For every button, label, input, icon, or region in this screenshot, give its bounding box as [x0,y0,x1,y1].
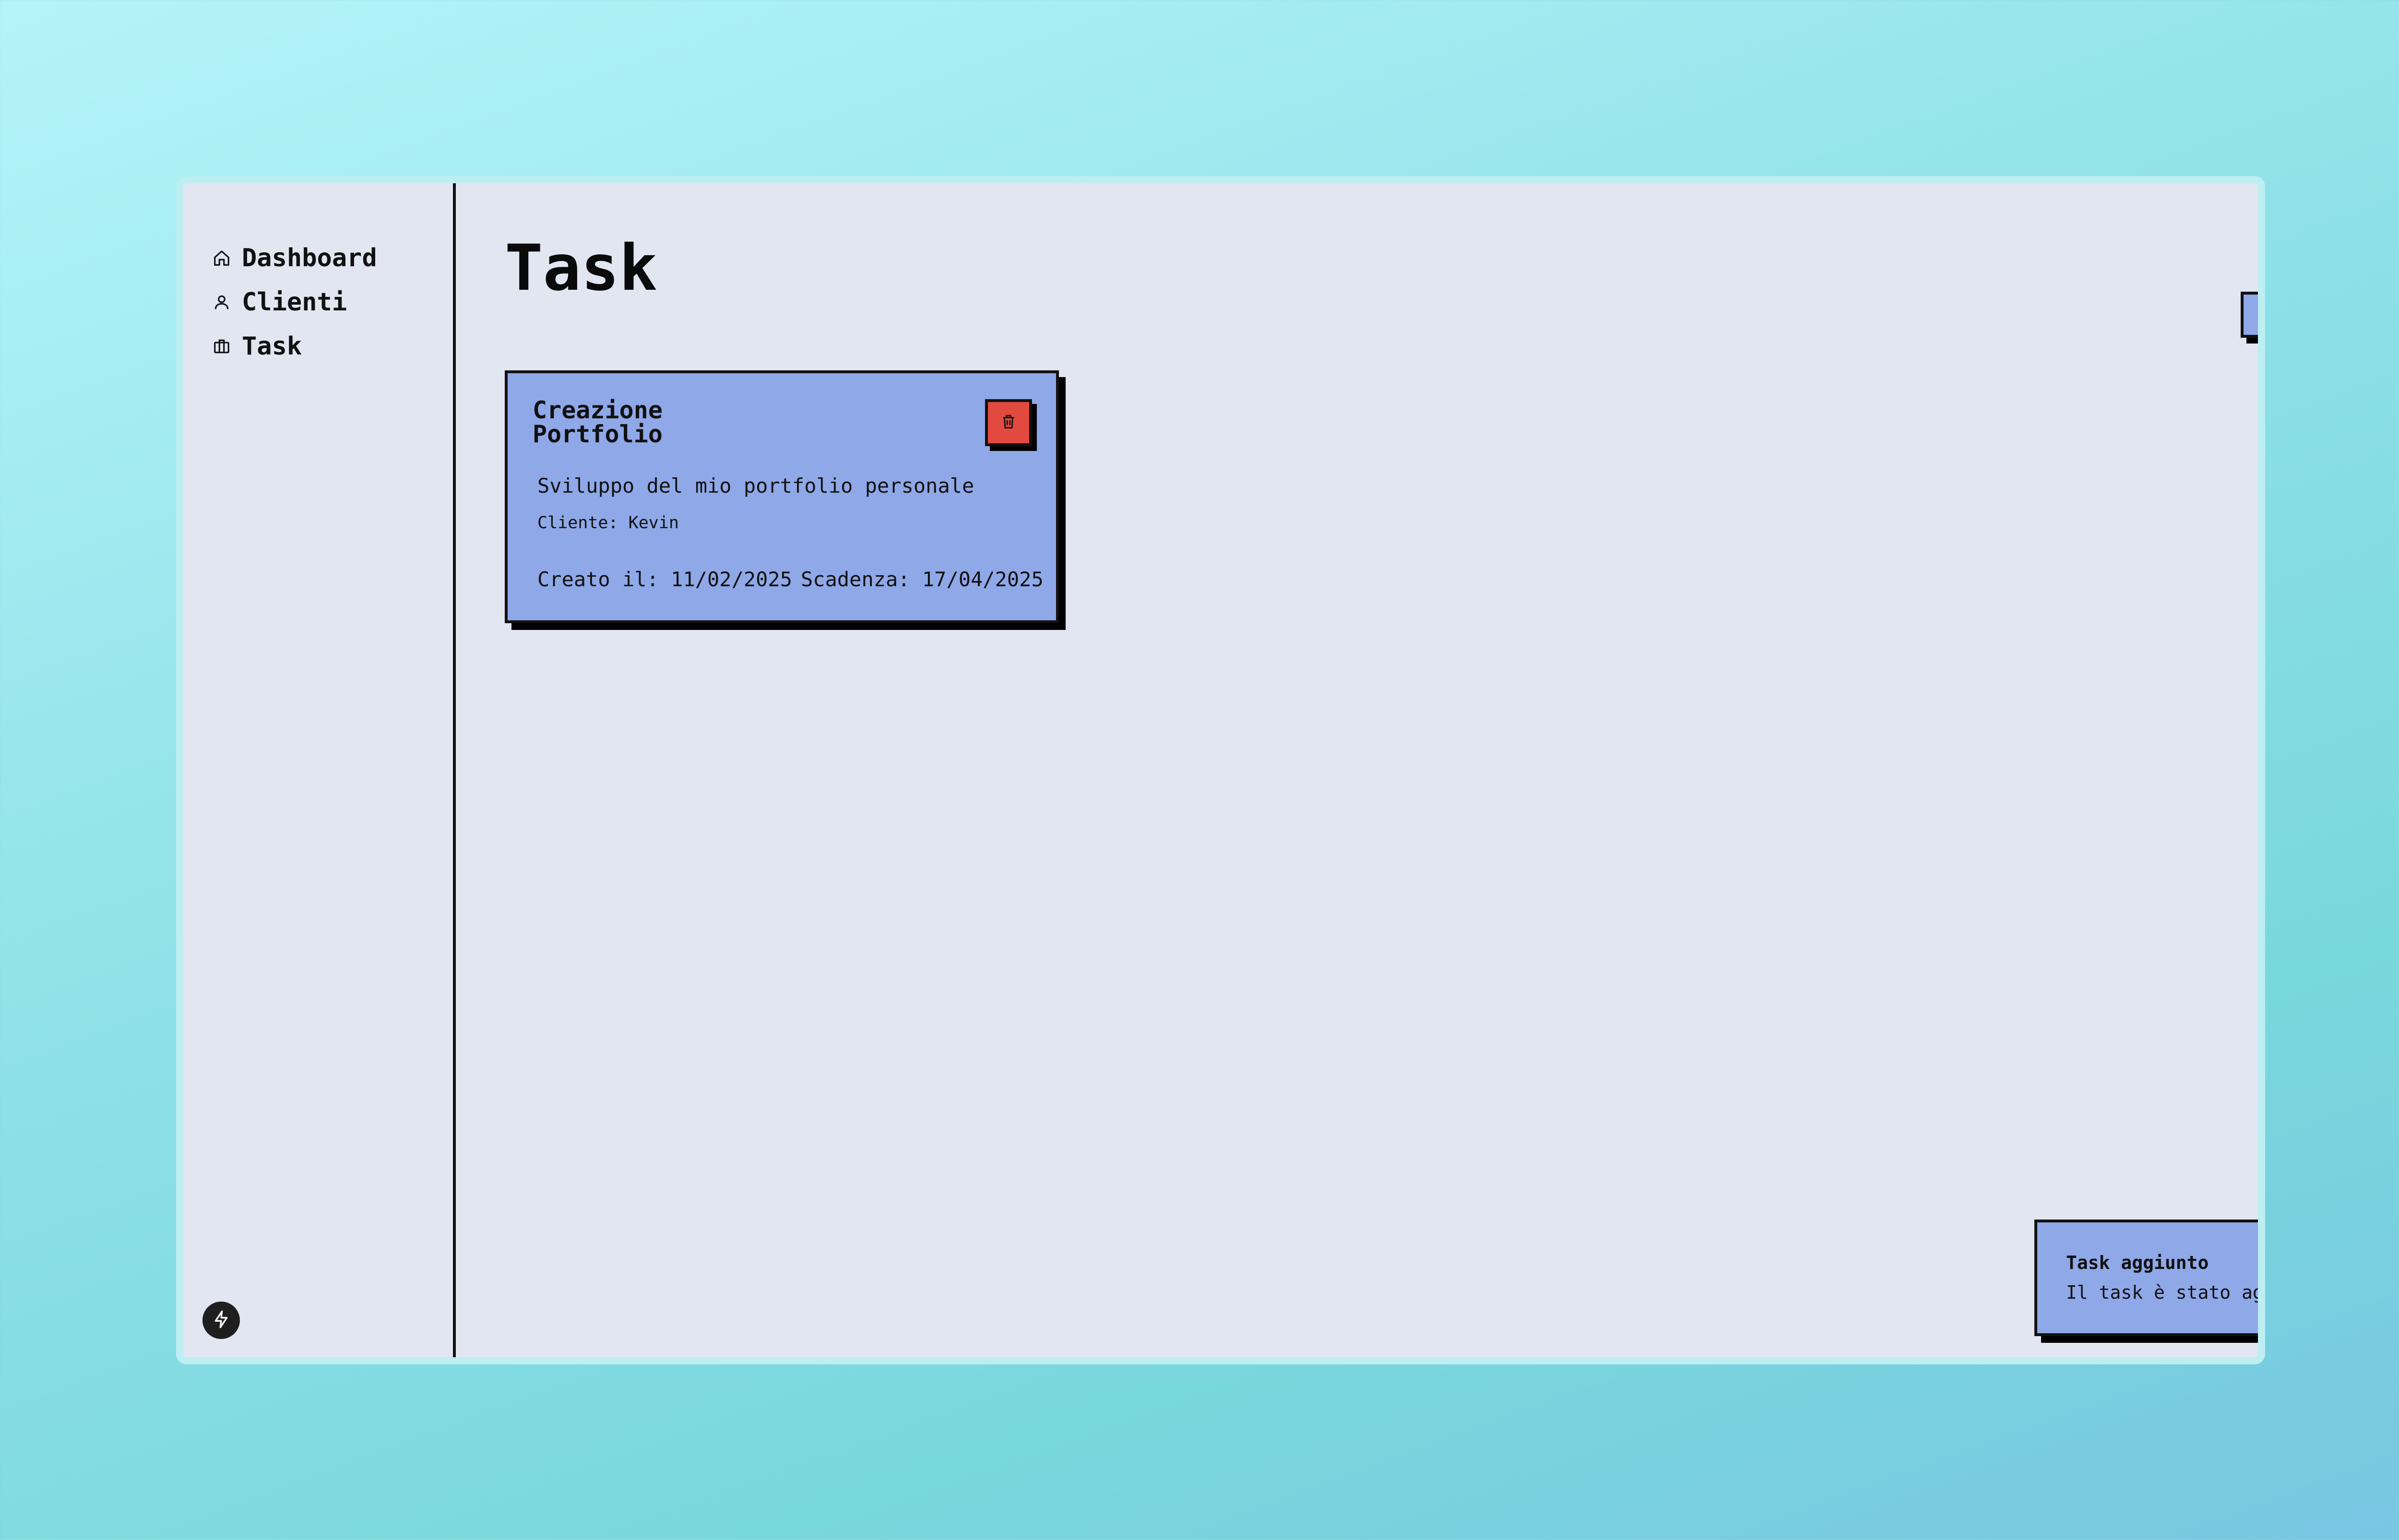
toast-notification[interactable]: Task aggiunto Il task è stato aggiunto c… [2034,1220,2264,1336]
sidebar-item-clienti[interactable]: Clienti [212,280,377,324]
main-content: Task Crea Task Creazione Portfolio Svilu… [456,183,2258,1357]
delete-task-button[interactable] [985,399,1032,446]
sidebar: Dashboard Clienti Task [183,183,456,1357]
page-title: Task [505,231,657,305]
app-window: Dashboard Clienti Task Task Crea Task [176,176,2265,1364]
sidebar-item-label: Dashboard [242,244,377,272]
home-icon [212,249,231,268]
trash-icon [1000,414,1017,432]
briefcase-icon [212,337,231,356]
bolt-icon [212,1310,231,1331]
task-description: Sviluppo del mio portfolio personale [537,474,974,498]
task-title: Creazione Portfolio [533,396,663,448]
toast-title: Task aggiunto [2066,1252,2209,1273]
sidebar-item-label: Task [242,332,302,361]
sidebar-item-dashboard[interactable]: Dashboard [212,236,377,280]
task-due-date: Scadenza: 17/04/2025 [801,568,1044,591]
user-icon [212,293,231,312]
task-card: Creazione Portfolio Sviluppo del mio por… [505,370,1059,623]
sidebar-item-task[interactable]: Task [212,324,377,368]
toast-message: Il task è stato aggiunto con successo [2066,1282,2264,1303]
task-dates: Creato il: 11/02/2025 Scadenza: 17/04/202… [537,568,1044,591]
sidebar-item-label: Clienti [242,288,347,317]
create-task-button[interactable]: Crea Task [2241,292,2258,338]
task-created-date: Creato il: 11/02/2025 [537,568,793,591]
dev-tools-button[interactable] [202,1302,240,1339]
task-client: Cliente: Kevin [537,513,679,533]
sidebar-nav: Dashboard Clienti Task [212,236,377,368]
